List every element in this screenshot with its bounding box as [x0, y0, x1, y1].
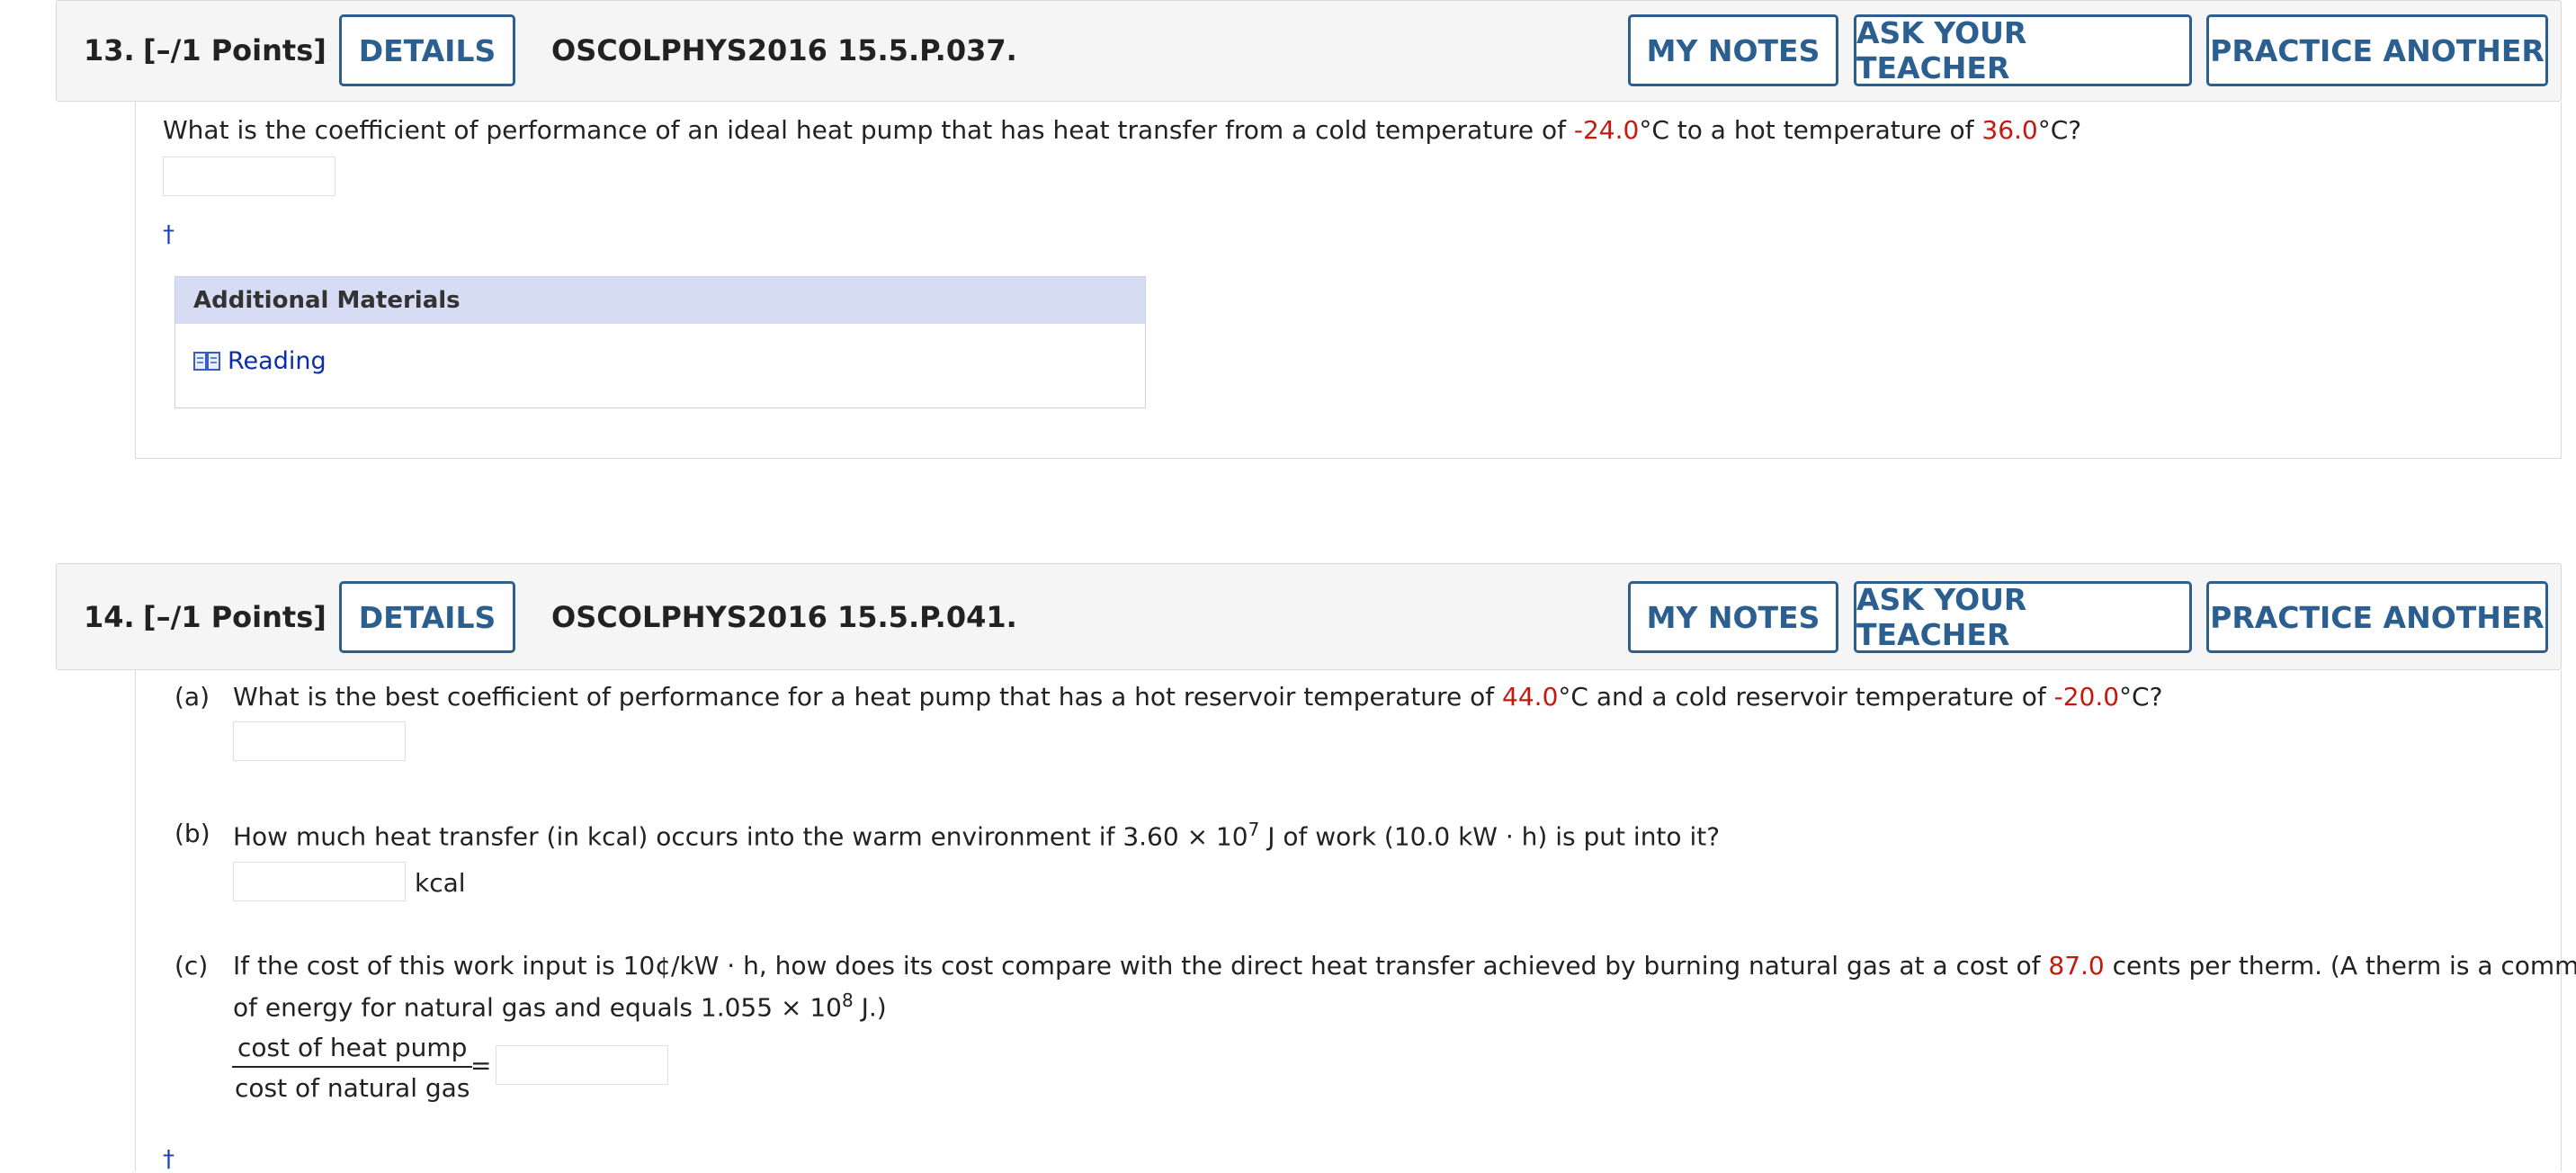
question-text: cents per therm. (A therm is a common un… [2112, 951, 2576, 980]
question-number: 13. [84, 33, 135, 67]
part-a-label: (a) [174, 682, 210, 712]
question-text: °C? [2037, 115, 2082, 145]
part-a-answer-input[interactable] [233, 721, 406, 761]
part-b-text: How much heat transfer (in kcal) occurs … [233, 819, 1720, 851]
gas-cost-value: 87.0 [2048, 951, 2105, 980]
unit-label: kcal [415, 868, 466, 898]
part-c-text-line-2: of energy for natural gas and equals 1.0… [233, 989, 887, 1022]
part-c-text-line-1: If the cost of this work input is 10¢/kW… [233, 951, 2576, 980]
fraction-denominator: cost of natural gas [235, 1073, 470, 1103]
fraction-numerator: cost of heat pump [232, 1033, 473, 1068]
question-code: OSCOLPHYS2016 15.5.P.037. [551, 33, 1017, 67]
ask-your-teacher-button[interactable]: ASK YOUR TEACHER [1854, 581, 2192, 653]
question-text: of energy for natural gas and equals 1.0… [233, 992, 842, 1023]
part-b-label: (b) [174, 819, 210, 848]
question-14-header: 14. [–/1 Points] DETAILS OSCOLPHYS2016 1… [56, 563, 2562, 670]
ask-your-teacher-button[interactable]: ASK YOUR TEACHER [1854, 14, 2192, 86]
question-code: OSCOLPHYS2016 15.5.P.041. [551, 600, 1017, 634]
dagger-mark: † [163, 221, 174, 248]
exponent: 8 [841, 989, 854, 1011]
details-button[interactable]: DETAILS [339, 14, 515, 86]
question-14-body [135, 670, 2562, 1171]
exponent: 7 [1248, 819, 1260, 840]
cost-ratio-fraction: cost of heat pump cost of natural gas [232, 1033, 473, 1103]
my-notes-button[interactable]: MY NOTES [1628, 14, 1838, 86]
question-text: J of work (10.0 kW · h) is put into it? [1259, 821, 1721, 852]
question-text: °C to a hot temperature of [1639, 115, 1982, 145]
question-text: °C and a cold reservoir temperature of [1558, 682, 2054, 712]
my-notes-button[interactable]: MY NOTES [1628, 581, 1838, 653]
question-13-text: What is the coefficient of performance o… [163, 115, 2081, 145]
dagger-mark: † [163, 1146, 174, 1173]
part-a-text: What is the best coefficient of performa… [233, 682, 2162, 712]
reading-link[interactable]: Reading [193, 347, 326, 375]
hot-reservoir-value: 44.0 [1502, 682, 1559, 712]
part-c-label: (c) [174, 951, 209, 980]
question-13-header: 13. [–/1 Points] DETAILS OSCOLPHYS2016 1… [56, 0, 2562, 102]
reading-label: Reading [228, 347, 326, 375]
book-icon [193, 350, 220, 373]
part-c-answer-input[interactable] [496, 1045, 668, 1085]
question-points: [–/1 Points] [143, 600, 326, 634]
question-text: What is the best coefficient of performa… [233, 682, 1503, 712]
cold-reservoir-value: -20.0 [2053, 682, 2120, 712]
cold-temperature-value: -24.0 [1573, 115, 1640, 145]
additional-materials-heading: Additional Materials [175, 277, 1145, 324]
part-b-answer-input[interactable] [233, 862, 406, 901]
question-text: °C? [2119, 682, 2163, 712]
question-text: J.) [853, 992, 887, 1023]
question-text: How much heat transfer (in kcal) occurs … [233, 821, 1248, 852]
practice-another-button[interactable]: PRACTICE ANOTHER [2206, 14, 2548, 86]
question-number: 14. [84, 600, 135, 634]
question-text: If the cost of this work input is 10¢/kW… [233, 951, 2049, 980]
equals-sign: = [470, 1051, 492, 1080]
answer-input[interactable] [163, 157, 335, 196]
question-text: What is the coefficient of performance o… [163, 115, 1574, 145]
practice-another-button[interactable]: PRACTICE ANOTHER [2206, 581, 2548, 653]
details-button[interactable]: DETAILS [339, 581, 515, 653]
question-points: [–/1 Points] [143, 33, 326, 67]
hot-temperature-value: 36.0 [1981, 115, 2038, 145]
additional-materials-panel: Additional Materials Reading [174, 276, 1146, 408]
